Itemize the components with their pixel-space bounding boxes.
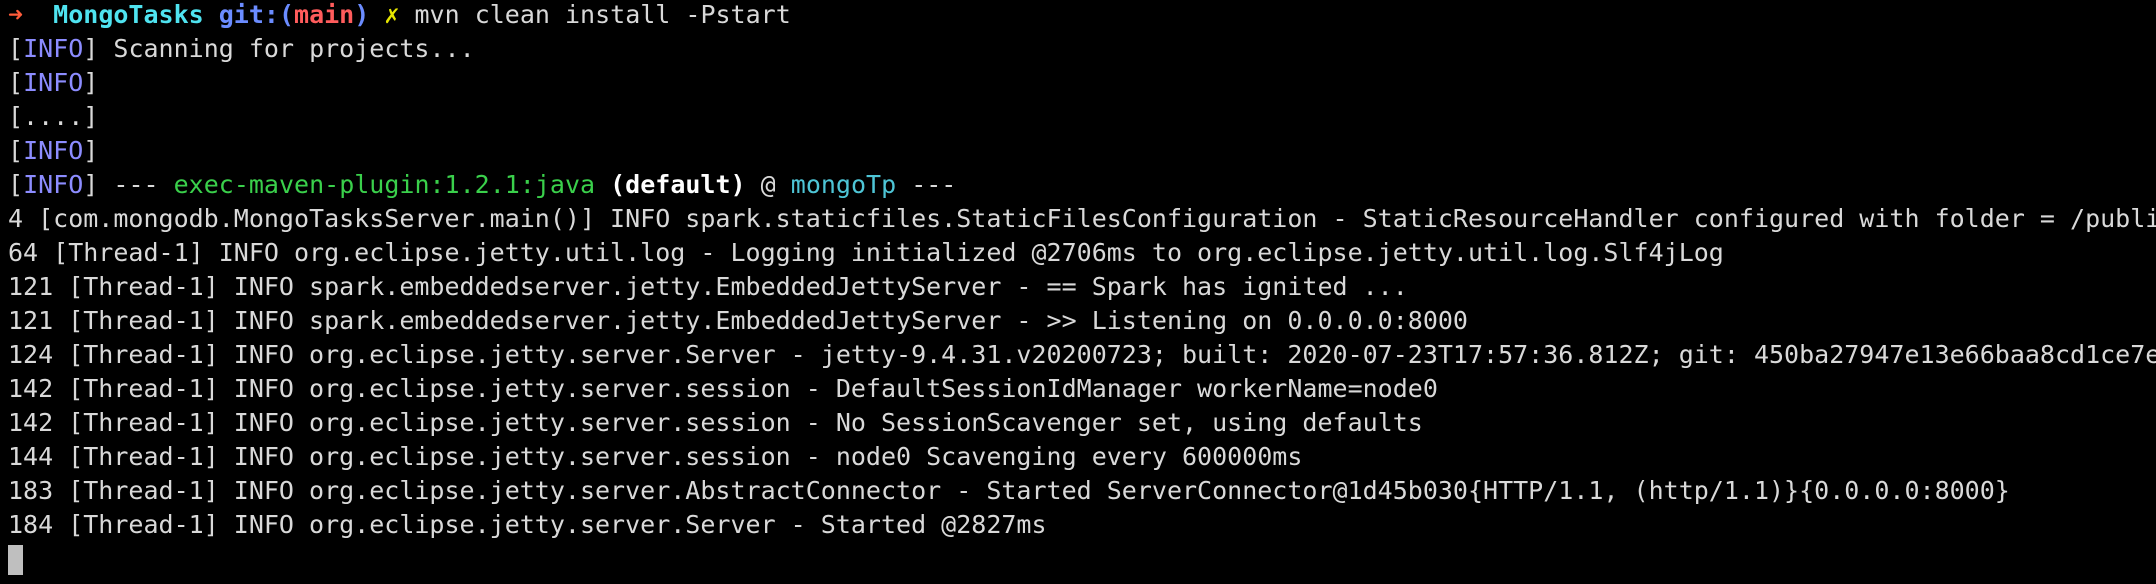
- log-line: 121 [Thread-1] INFO spark.embeddedserver…: [8, 306, 1468, 335]
- info-level: INFO: [23, 170, 84, 199]
- project-name: mongoTp: [790, 170, 897, 199]
- log-line: 142 [Thread-1] INFO org.eclipse.jetty.se…: [8, 408, 1423, 437]
- maven-info-line: [INFO] Scanning for projects...: [8, 32, 2156, 66]
- bracket-close: ]: [83, 170, 99, 199]
- dashes-close: ---: [911, 170, 957, 199]
- terminal-window[interactable]: ➜ MongoTasks git:(main) ✗ mvn clean inst…: [0, 0, 2156, 584]
- bracket-close: ]: [83, 68, 99, 97]
- bracket-open: [: [8, 34, 24, 63]
- execution-id: (default): [610, 170, 746, 199]
- maven-info-line: [INFO]: [8, 66, 2156, 100]
- log-line: 124 [Thread-1] INFO org.eclipse.jetty.se…: [8, 340, 2156, 369]
- bracket-close: ]: [83, 136, 99, 165]
- prompt-arrow-icon: ➜: [8, 0, 24, 29]
- maven-plugin-line: [INFO] --- exec-maven-plugin:1.2.1:java …: [8, 168, 2156, 202]
- log-line: 183 [Thread-1] INFO org.eclipse.jetty.se…: [8, 476, 2010, 505]
- plugin-name: exec-maven-plugin:1.2.1:java: [173, 170, 596, 199]
- prompt-line: ➜ MongoTasks git:(main) ✗ mvn clean inst…: [8, 0, 2156, 32]
- command-text: mvn clean install -Pstart: [414, 0, 791, 29]
- log-line: 64 [Thread-1] INFO org.eclipse.jetty.uti…: [8, 238, 1724, 267]
- git-branch: main: [294, 0, 355, 29]
- log-line: 4 [com.mongodb.MongoTasksServer.main()] …: [8, 204, 2156, 233]
- bracket-open: [: [8, 68, 24, 97]
- info-level: INFO: [23, 68, 84, 97]
- cursor-line[interactable]: [8, 542, 2156, 576]
- scanning-text: Scanning for projects...: [113, 34, 475, 63]
- bracket-open: [: [8, 136, 24, 165]
- log-line: 144 [Thread-1] INFO org.eclipse.jetty.se…: [8, 442, 1303, 471]
- info-level: INFO: [23, 136, 84, 165]
- bracket-open: [: [8, 170, 24, 199]
- bracket-close: ]: [83, 34, 99, 63]
- dashes-open: ---: [113, 170, 159, 199]
- prompt-directory: MongoTasks: [53, 0, 204, 29]
- log-line: 184 [Thread-1] INFO org.eclipse.jetty.se…: [8, 510, 1047, 539]
- at-sign: @: [760, 170, 776, 199]
- dirty-marker-icon: ✗: [384, 0, 400, 29]
- maven-info-line: [INFO]: [8, 134, 2156, 168]
- terminal-cursor[interactable]: [8, 545, 23, 575]
- info-level: INFO: [23, 34, 84, 63]
- git-label-close: ): [354, 0, 370, 29]
- log-line: 142 [Thread-1] INFO org.eclipse.jetty.se…: [8, 374, 1438, 403]
- log-line: 121 [Thread-1] INFO spark.embeddedserver…: [8, 272, 1408, 301]
- ellipsis-line: [....]: [8, 102, 99, 131]
- git-label: git:(: [218, 0, 295, 29]
